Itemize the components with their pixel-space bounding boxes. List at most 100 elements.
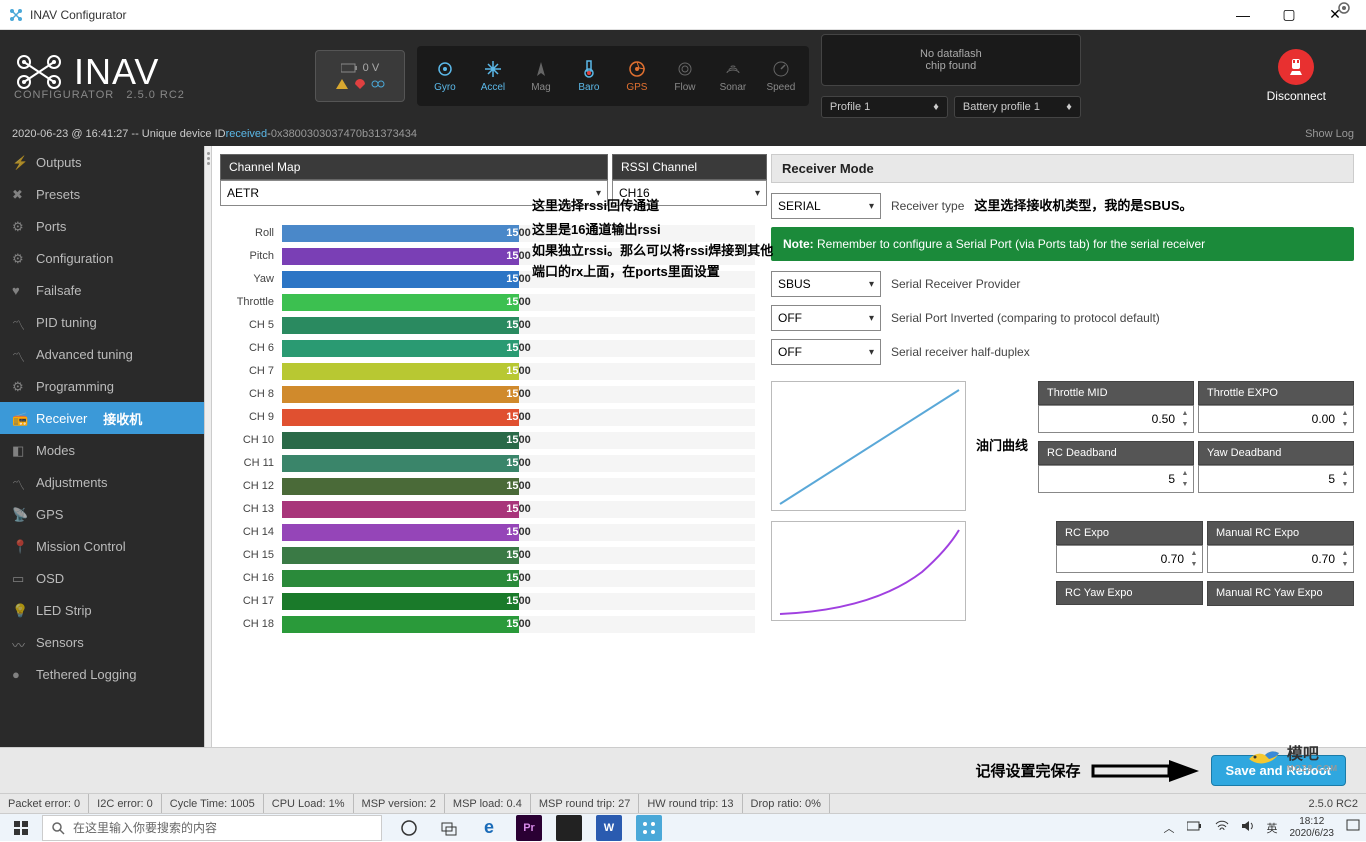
sidebar-icon: ⚙ xyxy=(12,251,26,265)
channel-row: Throttle1500 xyxy=(220,291,767,313)
sidebar-item-adjustments[interactable]: 〽Adjustments xyxy=(0,466,204,498)
sidebar-item-receiver[interactable]: 📻Receiver接收机 xyxy=(0,402,204,434)
status-hw-rt: HW round trip: 13 xyxy=(639,794,742,813)
tray-battery-icon[interactable] xyxy=(1187,821,1203,834)
footer-bar: 记得设置完保存 Save and Reboot xyxy=(0,747,1366,793)
sidebar-item-advanced-tuning[interactable]: 〽Advanced tuning xyxy=(0,338,204,370)
sidebar-item-outputs[interactable]: ⚡ Outputs xyxy=(0,146,204,178)
channel-label: Roll xyxy=(220,227,282,239)
sidebar-item-label: Programming xyxy=(36,379,114,394)
channel-label: Yaw xyxy=(220,273,282,285)
channel-label: CH 9 xyxy=(220,411,282,423)
sidebar-icon: ✖ xyxy=(12,187,26,201)
sensor-flow: Flow xyxy=(661,50,709,102)
windows-taskbar: 在这里输入你要搜索的内容 e Pr W ︿ 英 18:122020/6/23 xyxy=(0,813,1366,841)
channel-bar: 1500 xyxy=(282,616,755,633)
yaw-deadband-input[interactable]: 5▲▼ xyxy=(1198,465,1354,493)
tray-chevron-icon[interactable]: ︿ xyxy=(1164,820,1175,836)
channel-row: CH 141500 xyxy=(220,521,767,543)
task-view-icon[interactable] xyxy=(436,815,462,841)
sidebar-icon: 〰 xyxy=(12,635,26,649)
profile-select[interactable]: Profile 1♦ xyxy=(821,96,948,118)
warning-icon xyxy=(335,78,349,90)
sidebar-item-tethered-logging[interactable]: ●Tethered Logging xyxy=(0,658,204,690)
tray-volume-icon[interactable] xyxy=(1241,820,1255,835)
sidebar-icon: ⚡ xyxy=(12,155,26,169)
sidebar-icon: 📡 xyxy=(12,507,26,521)
channel-row: CH 161500 xyxy=(220,567,767,589)
serial-inverted-label: Serial Port Inverted (comparing to proto… xyxy=(891,311,1160,325)
channel-bar: 1500 xyxy=(282,455,755,472)
cortana-icon[interactable] xyxy=(396,815,422,841)
sidebar-item-sensors[interactable]: 〰Sensors xyxy=(0,626,204,658)
sidebar-item-failsafe[interactable]: ♥Failsafe xyxy=(0,274,204,306)
disconnect-button[interactable]: Disconnect xyxy=(1267,49,1326,103)
tray-ime[interactable]: 英 xyxy=(1267,820,1278,836)
sidebar-icon: 💡 xyxy=(12,603,26,617)
start-button[interactable] xyxy=(6,814,36,842)
channel-label: CH 17 xyxy=(220,595,282,607)
channel-bar: 1500 xyxy=(282,363,755,380)
sidebar-icon: 〽 xyxy=(12,315,26,329)
tray-notifications-icon[interactable] xyxy=(1346,819,1360,836)
receiver-type-select[interactable]: SERIAL xyxy=(771,193,881,219)
bird-icon xyxy=(1247,745,1281,769)
sensor-baro: Baro xyxy=(565,50,613,102)
rc-deadband-input[interactable]: 5▲▼ xyxy=(1038,465,1194,493)
sidebar: ⚡ Outputs ✖Presets⚙Ports⚙Configuration♥Fai… xyxy=(0,146,204,747)
taskbar-search[interactable]: 在这里输入你要搜索的内容 xyxy=(42,815,382,841)
manual-rc-expo-input[interactable]: 0.70▲▼ xyxy=(1207,545,1354,573)
channel-row: CH 61500 xyxy=(220,337,767,359)
wps-icon[interactable]: W xyxy=(596,815,622,841)
splitter-handle[interactable] xyxy=(204,146,212,747)
sidebar-item-configuration[interactable]: ⚙Configuration xyxy=(0,242,204,274)
sidebar-item-presets[interactable]: ✖Presets xyxy=(0,178,204,210)
channel-label: CH 14 xyxy=(220,526,282,538)
serial-halfduplex-select[interactable]: OFF xyxy=(771,339,881,365)
premiere-icon[interactable]: Pr xyxy=(516,815,542,841)
sidebar-icon: ♥ xyxy=(12,283,26,297)
sidebar-icon: ◧ xyxy=(12,443,26,457)
watermark: 模吧MOZ8.COM xyxy=(1247,740,1338,773)
sidebar-item-modes[interactable]: ◧ Modes xyxy=(0,434,204,466)
status-cpu-load: CPU Load: 1% xyxy=(264,794,354,813)
channel-label: CH 12 xyxy=(220,480,282,492)
tray-wifi-icon[interactable] xyxy=(1215,820,1229,835)
annotation-rssi-block: 这里是16通道输出rssi如果独立rssi。那么可以将rssi焊接到其他端口的r… xyxy=(532,220,777,282)
sidebar-item-led-strip[interactable]: 💡LED Strip xyxy=(0,594,204,626)
minimize-button[interactable]: — xyxy=(1220,0,1266,30)
serial-halfduplex-label: Serial receiver half-duplex xyxy=(891,345,1030,359)
sidebar-item-label: Modes xyxy=(36,443,75,458)
tray-clock[interactable]: 18:122020/6/23 xyxy=(1290,816,1335,840)
sidebar-item-gps[interactable]: 📡GPS xyxy=(0,498,204,530)
channel-bar: 1500 xyxy=(282,478,755,495)
channel-bar: 1500 xyxy=(282,294,755,311)
status-i2c-error: I2C error: 0 xyxy=(89,794,162,813)
serial-inverted-select[interactable]: OFF xyxy=(771,305,881,331)
sidebar-item-programming[interactable]: ⚙Programming xyxy=(0,370,204,402)
serial-provider-select[interactable]: SBUS xyxy=(771,271,881,297)
app-icon-dark[interactable] xyxy=(556,815,582,841)
annotation-rssi-top: 这里选择rssi回传通道 xyxy=(532,196,659,217)
sidebar-item-mission-control[interactable]: 📍Mission Control xyxy=(0,530,204,562)
sensor-accel: Accel xyxy=(469,50,517,102)
edge-icon[interactable]: e xyxy=(476,815,502,841)
rc-expo-input[interactable]: 0.70▲▼ xyxy=(1056,545,1203,573)
channel-row: CH 91500 xyxy=(220,406,767,428)
battery-profile-select[interactable]: Battery profile 1♦ xyxy=(954,96,1081,118)
settings-gear-icon[interactable] xyxy=(1336,0,1352,21)
sidebar-item-label: Outputs xyxy=(36,155,82,170)
channel-bar: 1500 xyxy=(282,501,755,518)
channel-row: CH 81500 xyxy=(220,383,767,405)
throttle-expo-input[interactable]: 0.00▲▼ xyxy=(1198,405,1354,433)
maximize-button[interactable]: ▢ xyxy=(1266,0,1312,30)
sidebar-item-osd[interactable]: ▭OSD xyxy=(0,562,204,594)
rc-expo-label: RC Expo xyxy=(1056,521,1203,545)
inav-taskbar-icon[interactable] xyxy=(636,815,662,841)
channel-label: Throttle xyxy=(220,296,282,308)
throttle-mid-input[interactable]: 0.50▲▼ xyxy=(1038,405,1194,433)
show-log-link[interactable]: Show Log xyxy=(1305,128,1354,140)
sidebar-item-ports[interactable]: ⚙Ports xyxy=(0,210,204,242)
sidebar-item-pid-tuning[interactable]: 〽PID tuning xyxy=(0,306,204,338)
channel-label: CH 15 xyxy=(220,549,282,561)
